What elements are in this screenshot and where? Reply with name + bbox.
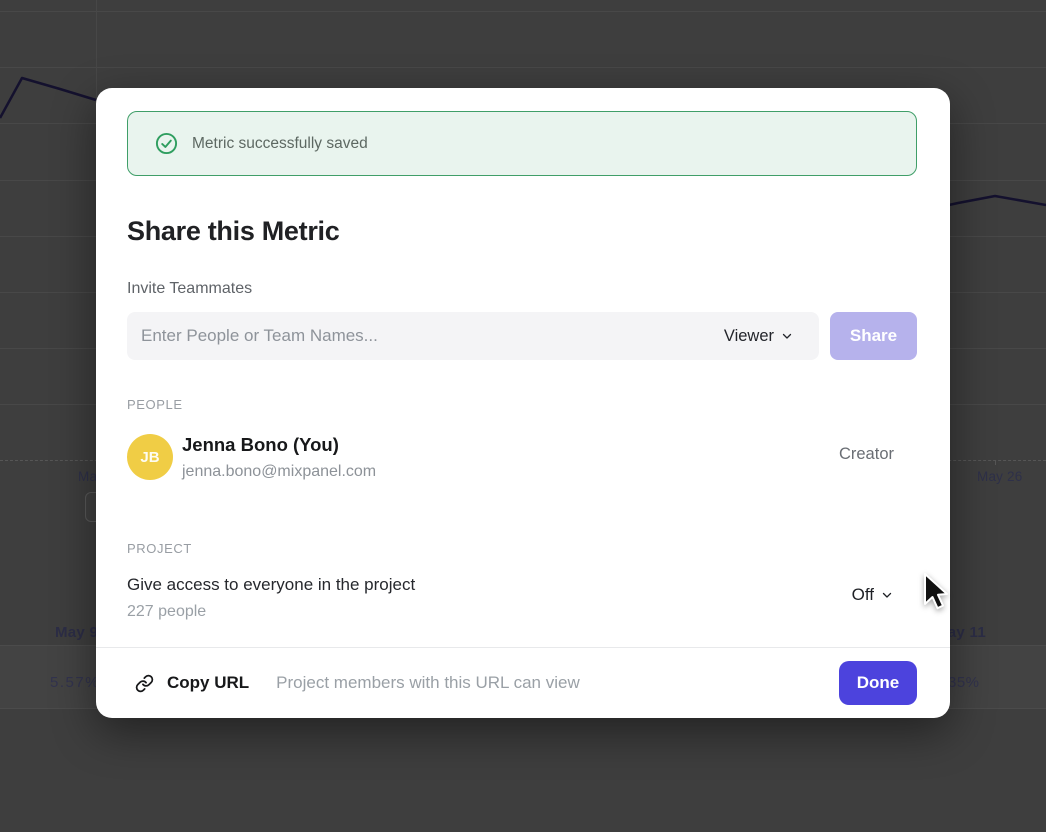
modal-title: Share this Metric (127, 216, 339, 247)
people-section-label: PEOPLE (127, 397, 183, 412)
invite-people-input[interactable] (141, 326, 724, 346)
project-people-count: 227 people (127, 603, 917, 621)
copy-url-hint: Project members with this URL can view (276, 673, 580, 693)
success-banner-message: Metric successfully saved (192, 135, 368, 153)
chevron-down-icon (781, 330, 793, 342)
x-axis-tick (995, 460, 996, 465)
success-banner: Metric successfully saved (127, 111, 917, 176)
invite-input-container[interactable]: Viewer (127, 312, 819, 360)
project-access-row: Give access to everyone in the project 2… (127, 575, 917, 621)
person-email: jenna.bono@mixpanel.com (182, 463, 376, 481)
table-header-date: May 9 (55, 624, 98, 641)
project-access-value: Off (852, 585, 874, 605)
invite-teammates-label: Invite Teammates (127, 280, 252, 298)
table-cell-value: 5.57% (50, 674, 100, 691)
done-button[interactable]: Done (839, 661, 917, 705)
x-axis-label-right: May 26 (977, 469, 1022, 484)
role-dropdown-value: Viewer (724, 327, 774, 346)
mouse-cursor (922, 572, 950, 612)
person-name: Jenna Bono (You) (182, 434, 339, 456)
share-metric-modal: Metric successfully saved Share this Met… (96, 88, 950, 718)
modal-footer: Copy URL Project members with this URL c… (96, 647, 950, 718)
project-access-title: Give access to everyone in the project (127, 575, 917, 595)
avatar: JB (127, 434, 173, 480)
table-cell-value: 35% (948, 674, 980, 691)
copy-url-label: Copy URL (167, 673, 249, 693)
copy-url-button[interactable]: Copy URL (135, 673, 249, 693)
project-access-dropdown[interactable]: Off (852, 585, 893, 605)
link-icon (135, 674, 154, 693)
person-role: Creator (839, 445, 894, 464)
chevron-down-icon (881, 589, 893, 601)
x-axis-label-left: Ma (78, 469, 97, 484)
person-row: JB Jenna Bono (You) jenna.bono@mixpanel.… (127, 432, 917, 480)
invite-input-row: Viewer Share (127, 312, 917, 360)
project-section-label: PROJECT (127, 541, 192, 556)
share-button[interactable]: Share (830, 312, 917, 360)
check-circle-icon (155, 132, 178, 155)
role-dropdown[interactable]: Viewer (724, 327, 793, 346)
